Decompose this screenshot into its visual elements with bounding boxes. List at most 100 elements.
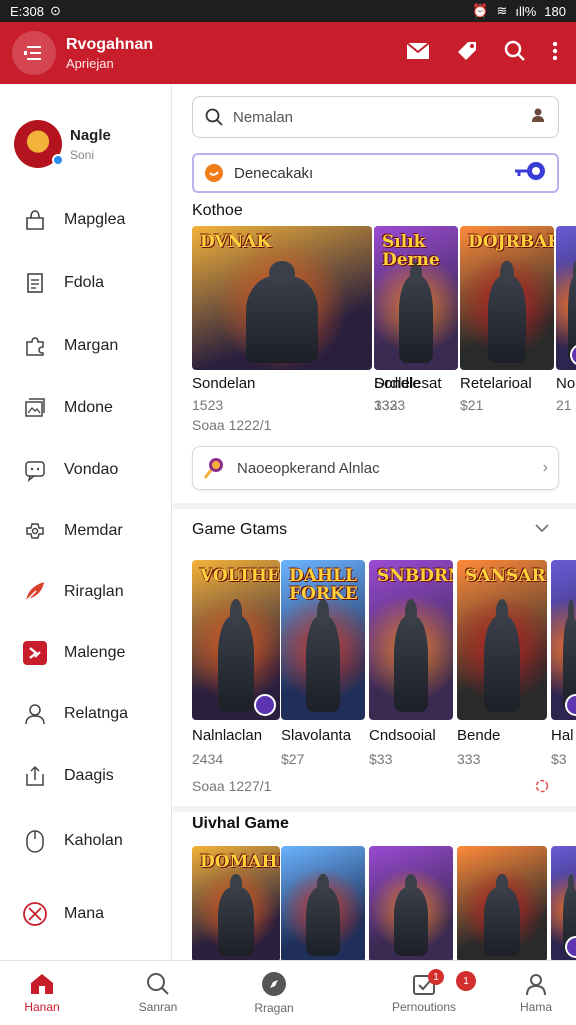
game-card[interactable]: SANSAR bbox=[457, 560, 547, 720]
character-art bbox=[246, 260, 318, 363]
game-card[interactable]: DAHLL FORKE bbox=[281, 560, 365, 720]
sidebar-item-7[interactable]: Malenge bbox=[0, 633, 172, 673]
sidebar-item-3[interactable]: Mdone bbox=[0, 388, 172, 428]
sidebar-item-2[interactable]: Margan bbox=[0, 326, 172, 366]
gallery-icon bbox=[22, 395, 48, 421]
chevron-down-icon[interactable] bbox=[535, 520, 549, 538]
game-card[interactable]: SNBDRN bbox=[369, 560, 453, 720]
mail-icon bbox=[406, 41, 430, 59]
sidebar-item-9[interactable]: Daagis bbox=[0, 756, 172, 796]
nav-explore[interactable]: Rragan bbox=[246, 961, 302, 1025]
nav-label: Sanran bbox=[138, 1000, 178, 1014]
sidebar-item-5[interactable]: Memdar bbox=[0, 511, 172, 551]
sidebar-item-label: Riraglan bbox=[64, 583, 124, 600]
filter-text: Denecakakı bbox=[234, 164, 314, 182]
game-card[interactable] bbox=[551, 560, 576, 720]
game-title[interactable]: Bende bbox=[457, 727, 500, 744]
app-bar: Rvogahnan Apriejan bbox=[0, 22, 576, 84]
document-icon bbox=[22, 270, 48, 296]
sidebar-item-label: Relatnga bbox=[64, 705, 129, 722]
profile-header[interactable]: Nagle Soni bbox=[0, 84, 171, 184]
mail-button[interactable] bbox=[406, 41, 430, 66]
nav-tasks[interactable]: Pernoutions bbox=[388, 961, 460, 1025]
nav-profile[interactable]: Hama bbox=[508, 961, 564, 1025]
row-note: Soaa 1222/1 bbox=[192, 417, 272, 433]
menu-icon bbox=[24, 46, 41, 60]
game-price: 1523 bbox=[192, 397, 224, 413]
game-card[interactable]: DOJRBAK bbox=[460, 226, 554, 370]
avatar bbox=[14, 120, 64, 168]
character-art bbox=[394, 874, 428, 957]
game-card[interactable] bbox=[281, 846, 365, 960]
sidebar-item-6[interactable]: Riraglan bbox=[0, 572, 172, 612]
nav-home[interactable]: Hanan bbox=[14, 961, 70, 1025]
game-card[interactable] bbox=[556, 226, 576, 370]
chat-bubble-icon bbox=[205, 164, 223, 182]
user-icon[interactable] bbox=[530, 107, 546, 128]
game-card[interactable]: VOLTHER bbox=[192, 560, 280, 720]
card-art-title: DOJRBAK bbox=[468, 232, 554, 252]
game-title[interactable]: Sondelan bbox=[192, 375, 255, 392]
character-art bbox=[484, 598, 520, 712]
sidebar-item-10[interactable]: Kaholan bbox=[0, 821, 172, 861]
game-card[interactable] bbox=[369, 846, 453, 960]
card-art-title: DOMAHN bbox=[200, 852, 280, 872]
sidebar-item-8[interactable]: Relatnga bbox=[0, 694, 172, 734]
tag-icon bbox=[458, 41, 476, 60]
nav-search[interactable]: Sanran bbox=[130, 961, 186, 1025]
search-button[interactable] bbox=[504, 40, 526, 67]
game-card[interactable]: Sılık Derne bbox=[374, 226, 458, 370]
game-title[interactable]: Retelarioal bbox=[460, 375, 532, 392]
game-title[interactable]: Slavolanta bbox=[281, 727, 351, 744]
row-note: Soaa 1227/1 bbox=[192, 778, 272, 794]
card-art-title: DVNAK bbox=[200, 232, 272, 252]
sidebar-item-label: Margan bbox=[64, 337, 119, 354]
app-subtitle: Apriejan bbox=[66, 55, 114, 71]
game-card[interactable] bbox=[551, 846, 576, 960]
game-title[interactable]: No bbox=[556, 375, 575, 392]
sidebar-item-label: Mdone bbox=[64, 399, 113, 416]
sidebar-item-label: Kaholan bbox=[64, 832, 123, 849]
signal-indicator: ıll% bbox=[515, 3, 537, 19]
character-art bbox=[488, 260, 526, 363]
section-divider bbox=[173, 806, 576, 812]
nav-label: Rragan bbox=[254, 1001, 294, 1015]
game-title[interactable]: Sondle bbox=[374, 375, 421, 392]
key-toggle[interactable] bbox=[513, 160, 547, 187]
promo-banner[interactable]: Naoeopkerand Alnlac › bbox=[192, 446, 559, 490]
sidebar-item-label: Memdar bbox=[64, 522, 123, 539]
game-price: 1323 bbox=[374, 397, 406, 413]
status-time: E:308 bbox=[10, 3, 44, 19]
game-title[interactable]: Nalnlaclan bbox=[192, 727, 262, 744]
character-art bbox=[306, 874, 340, 957]
filter-field[interactable]: Denecakakı bbox=[192, 153, 559, 193]
game-price: $27 bbox=[281, 751, 305, 767]
more-options-button[interactable] bbox=[552, 41, 558, 66]
menu-button[interactable] bbox=[12, 31, 56, 75]
character-art bbox=[399, 260, 433, 363]
game-title[interactable]: Hal bbox=[551, 727, 574, 744]
search-placeholder: Nemalan bbox=[233, 108, 294, 126]
card-art-title: Sılık Derne bbox=[382, 232, 440, 270]
sidebar-item-11[interactable]: Mana bbox=[0, 894, 172, 934]
mouse-icon bbox=[22, 828, 48, 854]
banner-text: Naoeopkerand Alnlac bbox=[237, 459, 380, 477]
sidebar-item-4[interactable]: Vondao bbox=[0, 450, 172, 490]
character-art bbox=[394, 598, 428, 712]
game-card[interactable]: DVNAK bbox=[192, 226, 372, 370]
game-card[interactable] bbox=[457, 846, 547, 960]
wifi-icon: ≋ bbox=[496, 3, 508, 18]
game-card[interactable]: DOMAHN bbox=[192, 846, 280, 960]
compass-icon bbox=[262, 972, 286, 996]
search-input[interactable]: Nemalan bbox=[192, 96, 559, 138]
upload-icon bbox=[22, 763, 48, 789]
game-price: $33 bbox=[369, 751, 393, 767]
bag-icon bbox=[22, 207, 48, 233]
sidebar-item-0[interactable]: Mapglea bbox=[0, 200, 172, 240]
game-price: $3 bbox=[551, 751, 567, 767]
verified-dot bbox=[52, 154, 64, 166]
game-title[interactable]: Cndsooial bbox=[369, 727, 436, 744]
tag-button[interactable] bbox=[456, 40, 478, 67]
sidebar-item-1[interactable]: Fdola bbox=[0, 263, 172, 303]
card-art-title: SNBDRN bbox=[377, 566, 453, 586]
